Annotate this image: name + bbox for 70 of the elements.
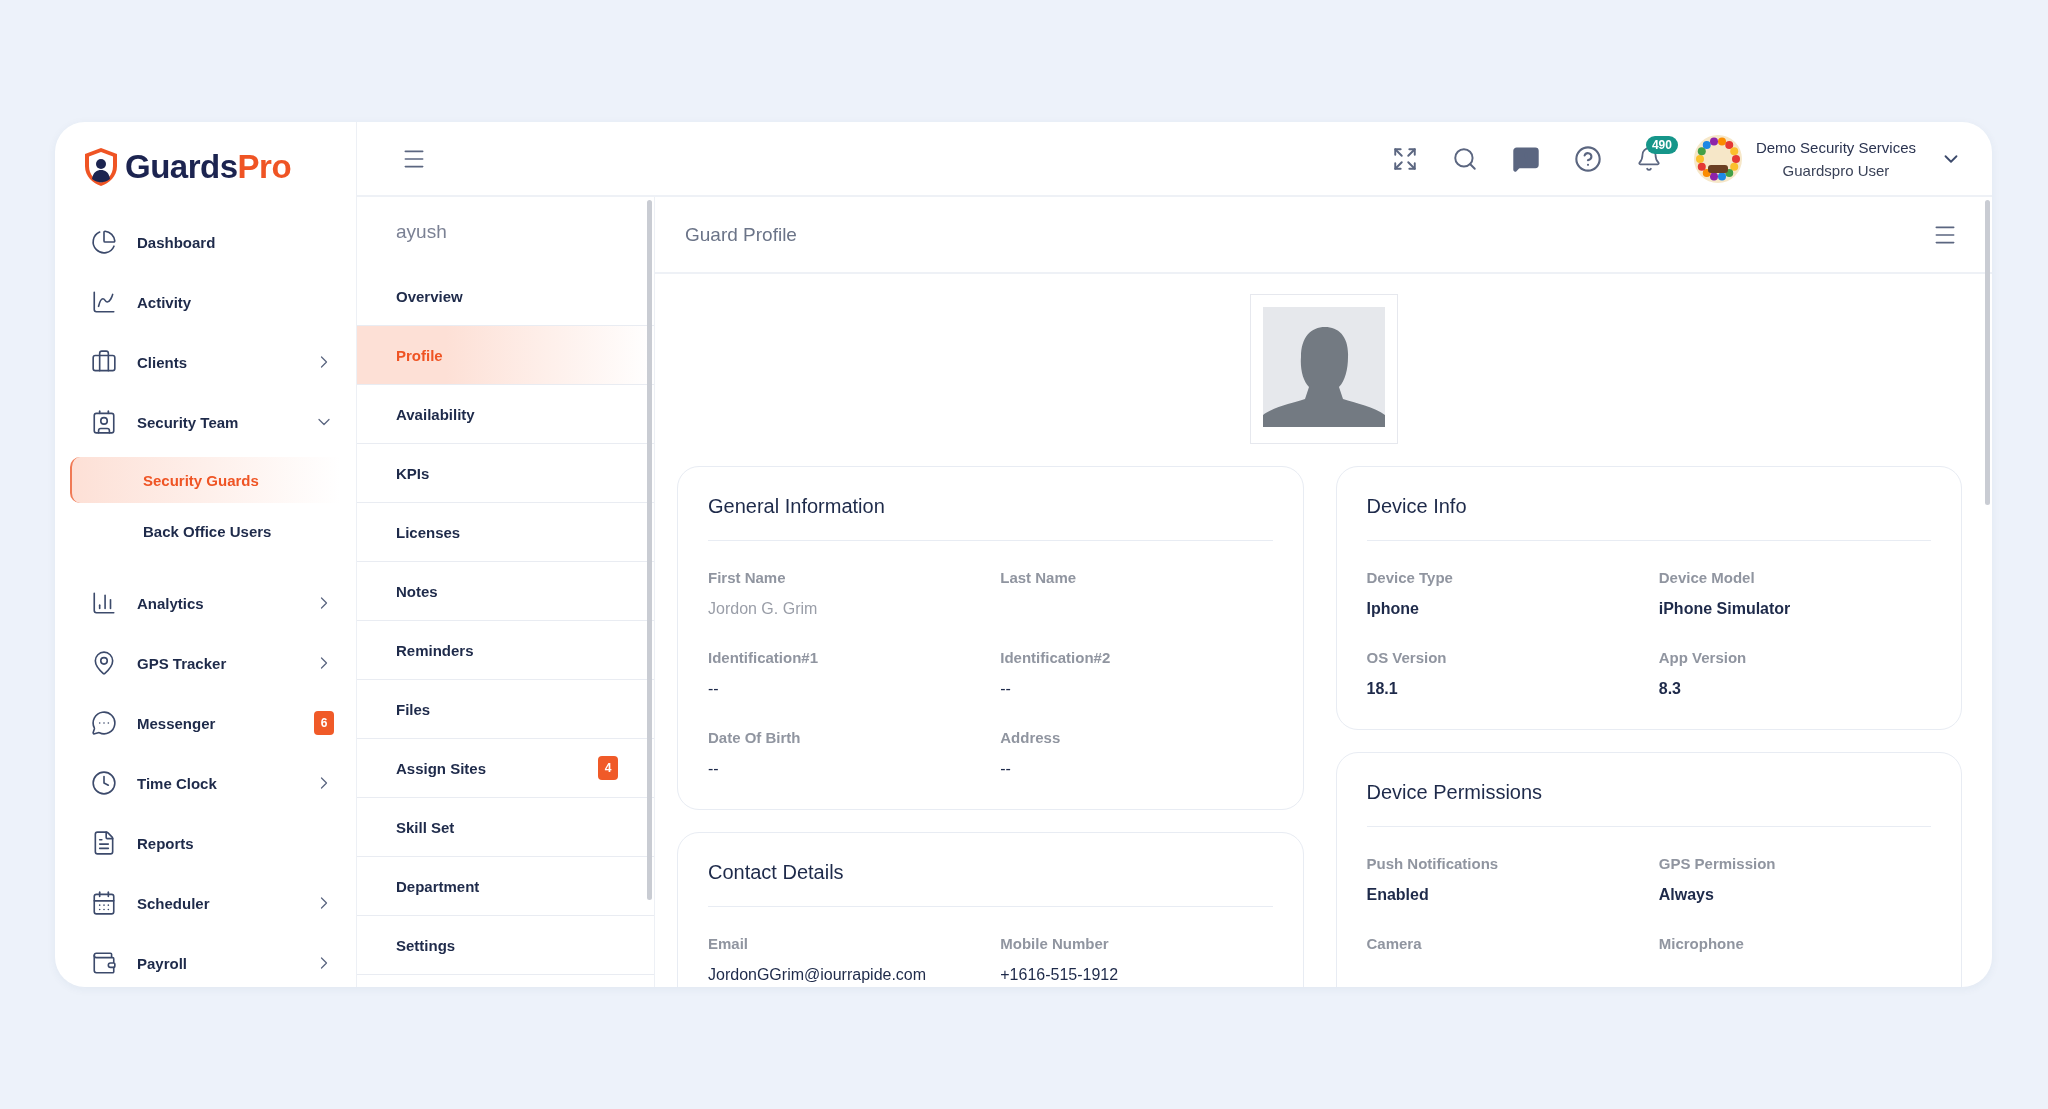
field-label: Date Of Birth [708,729,802,746]
field-label: Identification#1 [708,649,820,666]
scrollbar[interactable] [1985,200,1990,505]
count-badge: 6 [314,711,334,735]
field-value: Always [1658,886,1715,904]
shield-logo-icon [83,147,119,187]
card-title: General Information [708,495,1273,541]
notification-count: 490 [1645,135,1678,154]
nav-item[interactable]: Scheduler [55,873,356,933]
field-label: Last Name [1000,569,1078,586]
card-title: Contact Details [708,861,1273,907]
field-label: Device Model [1658,569,1756,586]
field-label: Device Type [1366,569,1454,586]
field-value: -- [708,680,720,698]
profile-tab[interactable]: Settings [357,916,654,975]
nav-subitem[interactable]: Back Office Users [70,508,340,554]
field-value: -- [1000,680,1012,698]
field-value: Enabled [1366,886,1430,904]
field-label: Address [1000,729,1062,746]
field-label: Camera [1366,935,1423,952]
line-chart-icon [91,289,117,315]
field-value: iPhone Simulator [1658,600,1792,618]
field-label: Push Notifications [1366,855,1500,872]
card-title: Device Info [1366,495,1931,541]
id-card-icon [91,409,117,435]
field-value: Jordon G. Grim [708,600,819,618]
guard-name: ayush [395,220,448,244]
nav-item[interactable]: Activity [55,272,356,332]
field-label: Email [708,935,750,952]
field-value: +1616-515-1912 [1000,966,1120,984]
field-label: First Name [708,569,787,586]
calendar-icon [91,890,117,916]
field-value: 18.1 [1366,680,1399,698]
scrollbar[interactable] [647,200,652,900]
nav-item[interactable]: Security Team [55,392,356,452]
clock-icon [91,770,117,796]
search-icon[interactable] [1451,145,1478,172]
field-value: 8.3 [1658,680,1682,698]
wallet-icon [91,950,117,976]
field-label: App Version [1658,649,1748,666]
pie-chart-icon [91,229,117,255]
page-title: Guard Profile [685,223,797,246]
alert-message-icon[interactable] [1511,144,1540,173]
field-value: -- [1000,760,1012,778]
field-label: GPS Permission [1658,855,1777,872]
avatar[interactable] [1693,134,1742,183]
fullscreen-icon[interactable] [1391,145,1418,172]
field-value: -- [708,760,720,778]
user-name: Demo Security Services [1755,138,1916,156]
logo-text: GuardsPro [125,148,292,186]
nav-item[interactable]: Messenger 6 [55,693,356,753]
bar-chart-icon [91,590,117,616]
chat-bubble-icon [91,710,117,736]
nav-item[interactable]: Time Clock [55,753,356,813]
field-label: Microphone [1658,935,1745,952]
field-label: OS Version [1366,649,1448,666]
field-label: Identification#2 [1000,649,1112,666]
nav-item[interactable]: Reports [55,813,356,873]
field-label: Mobile Number [1000,935,1110,952]
nav-item[interactable]: Dashboard [55,212,356,272]
nav-item[interactable]: Payroll [55,933,356,987]
nav-item[interactable]: Analytics [55,573,356,633]
count-badge: 4 [598,756,618,780]
field-value: Iphone [1366,600,1420,618]
field-value: JordonGGrim@iourrapide.com [708,966,928,984]
nav-item[interactable]: Clients [55,332,356,392]
card-title: Device Permissions [1366,781,1931,827]
nav-item[interactable]: GPS Tracker [55,633,356,693]
user-role: Guardspro User [1782,161,1890,179]
help-icon[interactable] [1573,144,1602,173]
